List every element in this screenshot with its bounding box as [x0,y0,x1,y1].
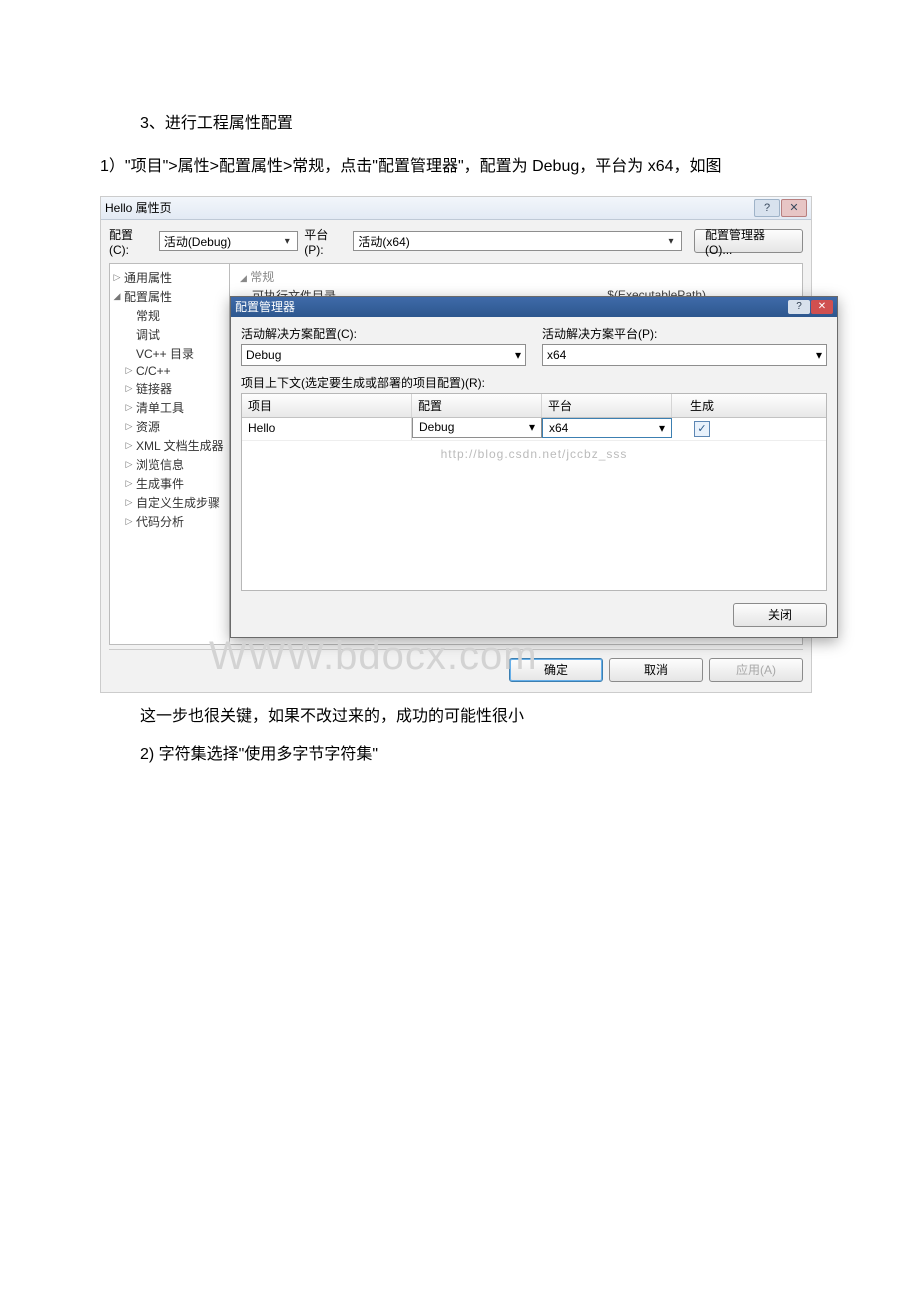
tree-common[interactable]: 通用属性 [124,269,172,286]
tree-cfgprop[interactable]: 配置属性 [124,288,172,305]
cm-active-plt-value: x64 [547,348,566,362]
tree-manifest[interactable]: 清单工具 [136,399,184,416]
cm-col-build: 生成 [672,394,732,417]
note-text: 这一步也很关键，如果不改过来的，成功的可能性很小 [0,703,920,732]
chevron-down-icon: ▾ [281,235,293,247]
chevron-down-icon: ▾ [816,348,822,362]
platform-select-value: 活动(x64) [358,233,409,250]
platform-label: 平台(P): [304,226,347,257]
config-select[interactable]: 活动(Debug) ▾ [159,231,298,251]
close-button[interactable]: ✕ [781,199,807,217]
tree-general[interactable]: 常规 [136,307,160,324]
cm-context-caption: 项目上下文(选定要生成或部署的项目配置)(R): [241,374,827,391]
chevron-down-icon: ▾ [665,235,677,247]
chevron-down-icon: ▾ [659,421,665,435]
platform-select[interactable]: 活动(x64) ▾ [353,231,682,251]
chevron-down-icon: ▾ [529,420,535,434]
cancel-button[interactable]: 取消 [609,658,703,682]
watermark-url: http://blog.csdn.net/jccbz_sss [441,447,628,461]
checkbox-icon[interactable]: ✓ [694,421,710,437]
cm-close-dialog-button[interactable]: 关闭 [733,603,827,627]
tree-cc[interactable]: C/C++ [136,364,171,378]
config-select-value: 活动(Debug) [164,233,231,250]
panel-group-title: 常规 [250,270,274,284]
cm-cell-platform-value: x64 [549,421,568,435]
cm-active-plt-label: 活动解决方案平台(P): [542,325,827,342]
config-manager-button[interactable]: 配置管理器(O)... [694,229,803,253]
cm-cell-build[interactable]: ✓ [672,418,732,440]
cm-help-button[interactable]: ? [788,300,810,314]
screenshot-figure: Hello 属性页 ? ✕ 配置(C): 活动(Debug) ▾ 平台(P): … [100,196,812,693]
tree-linker[interactable]: 链接器 [136,380,172,397]
tree-xml[interactable]: XML 文档生成器 [136,437,224,454]
cm-active-cfg-value: Debug [246,348,281,362]
tree-custom[interactable]: 自定义生成步骤 [136,494,220,511]
tree-vcdir[interactable]: VC++ 目录 [136,345,194,362]
cm-title: 配置管理器 [235,298,295,315]
tree-browse[interactable]: 浏览信息 [136,456,184,473]
tree-code[interactable]: 代码分析 [136,513,184,530]
cm-col-config: 配置 [412,394,542,417]
cm-cell-config[interactable]: Debug ▾ [412,418,542,438]
cm-table: 项目 配置 平台 生成 Hello Debug ▾ [241,393,827,591]
step2-text: 2) 字符集选择"使用多字节字符集" [0,741,920,770]
step-heading: 3、进行工程属性配置 [0,110,920,139]
cm-active-cfg-label: 活动解决方案配置(C): [241,325,526,342]
property-tree[interactable]: ▷通用属性 ◢配置属性 常规 调试 VC++ 目录 ▷C/C++ ▷链接器 ▷清… [110,264,230,644]
step-description: 1）"项目">属性>配置属性>常规，点击"配置管理器"，配置为 Debug，平台… [0,153,920,182]
cm-titlebar: 配置管理器 ? ✕ [231,297,837,317]
ok-button[interactable]: 确定 [509,658,603,682]
cm-cell-platform[interactable]: x64 ▾ [542,418,672,438]
cm-col-project: 项目 [242,394,412,417]
tree-buildev[interactable]: 生成事件 [136,475,184,492]
window-titlebar: Hello 属性页 ? ✕ [101,197,811,220]
chevron-down-icon: ▾ [515,348,521,362]
window-title: Hello 属性页 [105,199,172,216]
config-label: 配置(C): [109,226,153,257]
cm-active-plt-select[interactable]: x64 ▾ [542,344,827,366]
apply-button[interactable]: 应用(A) [709,658,803,682]
cm-col-platform: 平台 [542,394,672,417]
tree-res[interactable]: 资源 [136,418,160,435]
tree-debug[interactable]: 调试 [136,326,160,343]
cm-close-button[interactable]: ✕ [811,300,833,314]
cm-cell-config-value: Debug [419,420,454,434]
config-manager-dialog: 配置管理器 ? ✕ 活动解决方案配置(C): [230,296,838,638]
cm-cell-project: Hello [242,418,412,440]
cm-active-cfg-select[interactable]: Debug ▾ [241,344,526,366]
help-button[interactable]: ? [754,199,780,217]
cm-table-row: Hello Debug ▾ x64 ▾ [242,418,826,441]
